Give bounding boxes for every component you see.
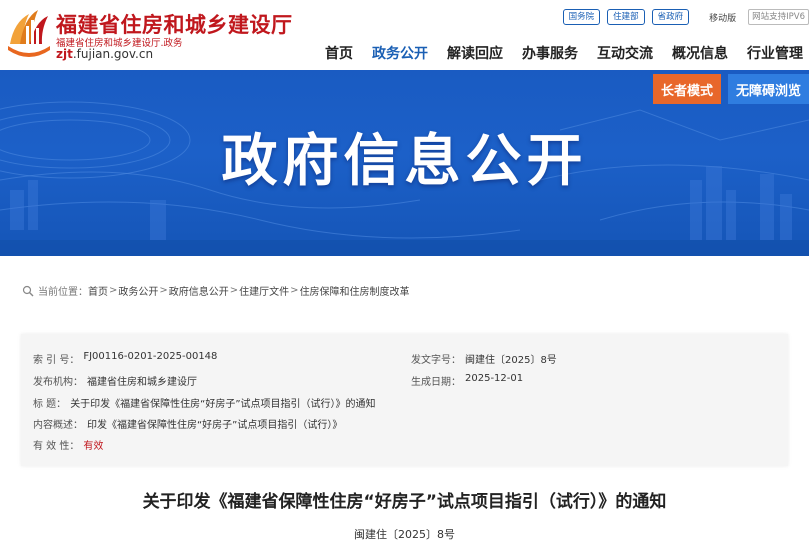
info-doc-no-value: 闽建住〔2025〕8号	[465, 355, 557, 366]
breadcrumb-housing-reform[interactable]: 住房保障和住房制度改革	[300, 283, 410, 298]
info-summary-value: 印发《福建省保障性住房“好房子”试点项目指引（试行）》	[87, 420, 343, 431]
info-validity: 有 效 性： 有效	[33, 437, 103, 452]
info-date: 生成日期： 2025-12-01	[411, 373, 523, 388]
info-index-value: FJ00116-0201-2025-00148	[83, 351, 218, 362]
accessible-browse-button[interactable]: 无障碍浏览	[728, 74, 809, 104]
banner-title: 政府信息公开	[221, 129, 588, 194]
top-links: 国务院 住建部 省政府 移动版 网站支持IPV6	[556, 9, 809, 25]
mobile-version-link[interactable]: 移动版	[709, 11, 736, 24]
site-header: 福建省住房和城乡建设厅 福建省住房和城乡建设厅.政务 zjt.fujian.go…	[0, 0, 809, 70]
nav-interpretation[interactable]: 解读回应	[447, 43, 503, 63]
article-doc-number: 闽建住〔2025〕8号	[354, 528, 455, 541]
breadcrumb-gov-affairs[interactable]: 政务公开	[118, 283, 158, 298]
info-subject: 标 题： 关于印发《福建省保障性住房“好房子”试点项目指引（试行）》的通知	[33, 395, 376, 410]
breadcrumb-separator-icon: >	[109, 285, 118, 296]
breadcrumb: 当前位置： 首页 > 政务公开 > 政府信息公开 > 住建厅文件 > 住房保障和…	[22, 283, 410, 298]
info-doc-no-label: 发文字号：	[411, 355, 461, 366]
breadcrumb-home[interactable]: 首页	[88, 283, 108, 298]
nav-interaction[interactable]: 互动交流	[597, 43, 653, 63]
elder-mode-button[interactable]: 长者模式	[653, 74, 721, 104]
info-summary-label: 内容概述：	[33, 420, 83, 431]
breadcrumb-separator-icon: >	[159, 285, 168, 296]
info-org-value: 福建省住房和城乡建设厅	[87, 377, 197, 388]
link-state-council[interactable]: 国务院	[562, 9, 601, 25]
banner: 政府信息公开 长者模式 无障碍浏览	[0, 70, 809, 256]
info-doc-no: 发文字号： 闽建住〔2025〕8号	[411, 351, 557, 366]
site-logo-icon[interactable]	[4, 4, 54, 60]
info-validity-value: 有效	[83, 441, 104, 452]
location-pin-icon	[22, 285, 34, 296]
info-date-value: 2025-12-01	[465, 373, 524, 384]
breadcrumb-info-disclosure[interactable]: 政府信息公开	[169, 283, 229, 298]
info-org-label: 发布机构：	[33, 377, 83, 388]
info-date-label: 生成日期：	[411, 377, 461, 388]
link-ministry[interactable]: 住建部	[607, 9, 645, 25]
document-info-card: 索 引 号： FJ00116-0201-2025-00148 发文字号： 闽建住…	[21, 334, 788, 466]
nav-industry[interactable]: 行业管理	[747, 43, 803, 63]
breadcrumb-dept-files[interactable]: 住建厅文件	[239, 283, 289, 298]
main-nav: 首页 政务公开 解读回应 办事服务 互动交流 概况信息 行业管理	[325, 43, 809, 63]
breadcrumb-separator-icon: >	[229, 285, 239, 296]
breadcrumb-separator-icon: >	[290, 285, 299, 296]
site-domain: zjt.fujian.gov.cn	[56, 47, 153, 61]
nav-services[interactable]: 办事服务	[522, 43, 578, 63]
ipv6-badge: 网站支持IPV6	[748, 9, 809, 25]
info-index: 索 引 号： FJ00116-0201-2025-00148	[33, 351, 217, 366]
info-subject-label: 标 题：	[33, 399, 67, 410]
breadcrumb-prefix: 当前位置：	[38, 287, 88, 298]
domain-suffix: .fujian.gov.cn	[72, 47, 154, 61]
article-title: 关于印发《福建省保障性住房“好房子”试点项目指引（试行）》的通知	[142, 492, 667, 512]
info-summary: 内容概述： 印发《福建省保障性住房“好房子”试点项目指引（试行）》	[33, 416, 342, 431]
info-validity-label: 有 效 性：	[33, 441, 80, 452]
nav-overview[interactable]: 概况信息	[672, 43, 728, 63]
info-index-label: 索 引 号：	[33, 355, 80, 366]
nav-gov-affairs[interactable]: 政务公开	[372, 43, 428, 63]
nav-home[interactable]: 首页	[325, 43, 353, 63]
info-org: 发布机构： 福建省住房和城乡建设厅	[33, 373, 197, 388]
domain-prefix: zjt	[56, 47, 73, 61]
info-subject-value: 关于印发《福建省保障性住房“好房子”试点项目指引（试行）》的通知	[70, 399, 376, 410]
link-province-gov[interactable]: 省政府	[651, 9, 690, 25]
